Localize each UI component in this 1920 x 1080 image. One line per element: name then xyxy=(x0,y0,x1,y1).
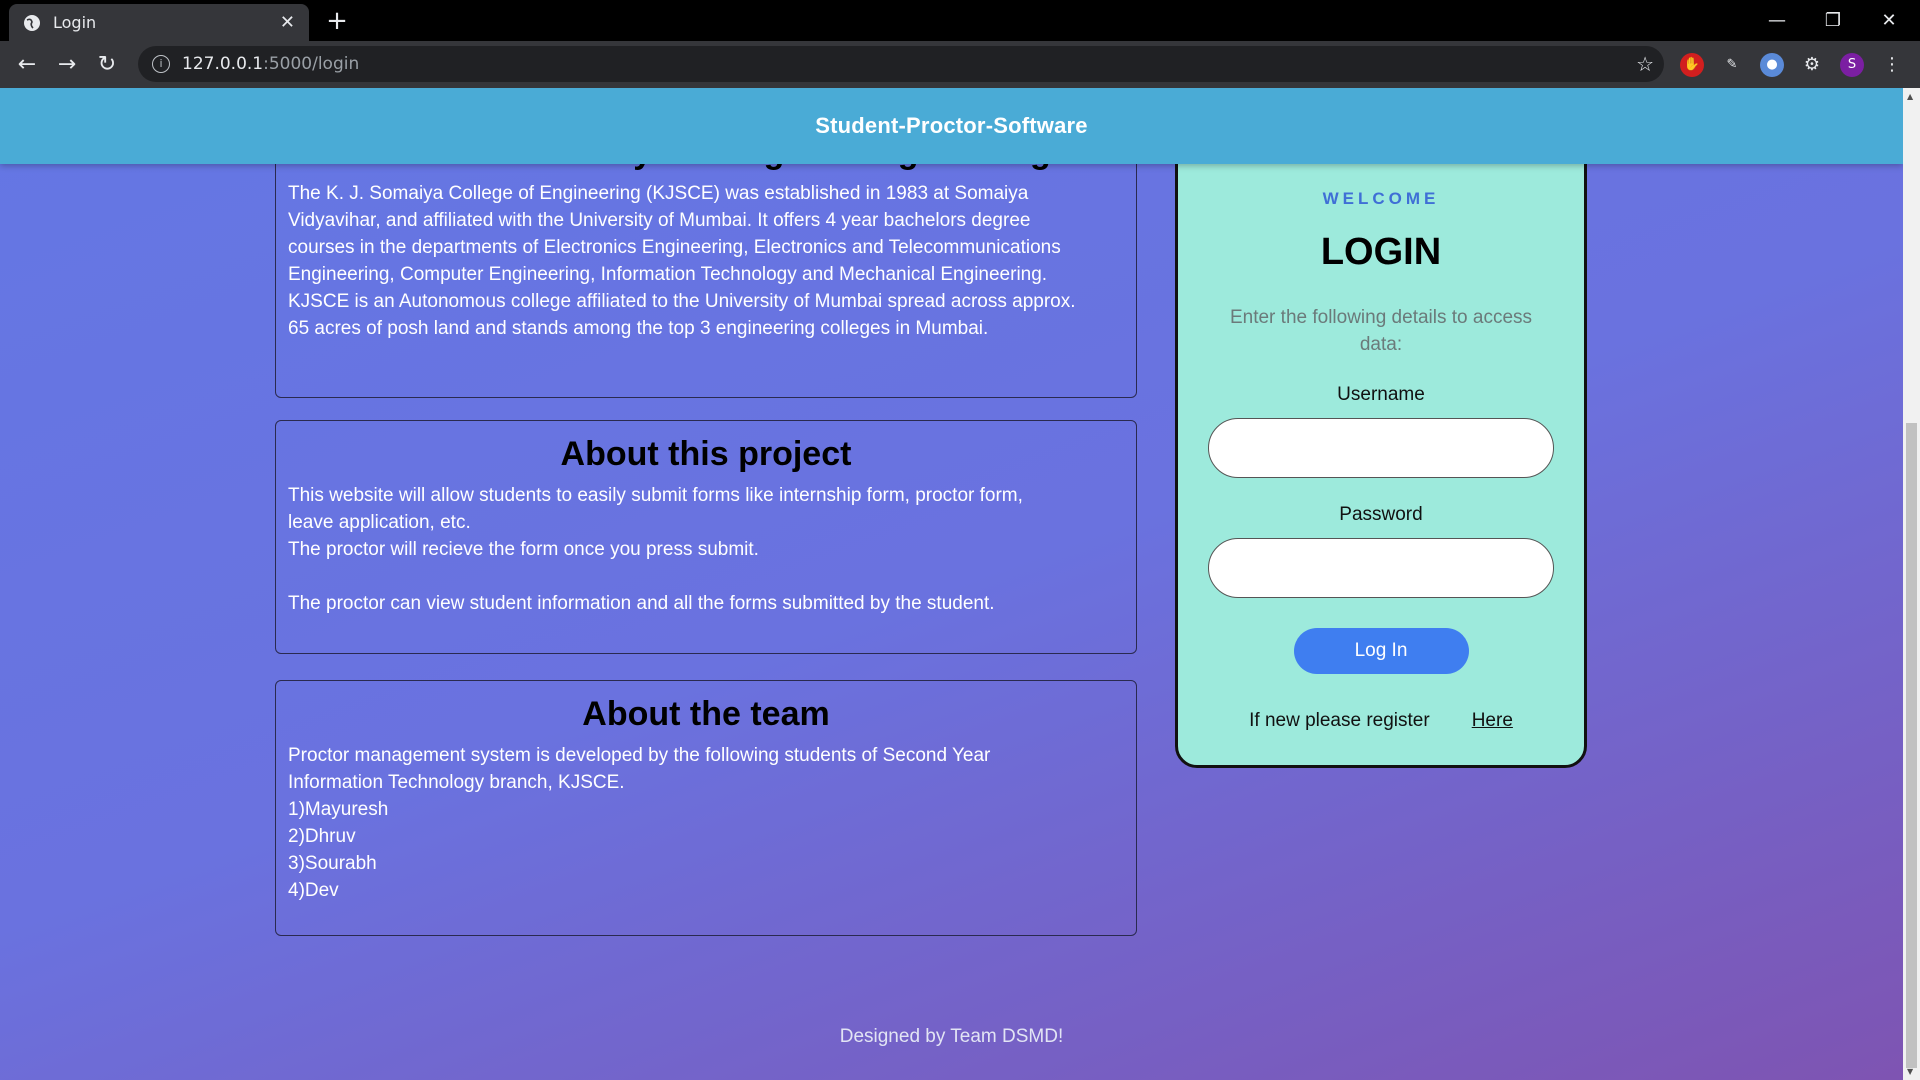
text-line: Vidyavihar, and affiliated with the Univ… xyxy=(288,210,1031,231)
browser-tab[interactable]: Login ✕ xyxy=(9,4,309,41)
about-college-text: The K. J. Somaiya College of Engineering… xyxy=(288,180,1124,342)
bookmark-star-icon[interactable]: ☆ xyxy=(1636,52,1654,76)
back-icon[interactable]: ← xyxy=(12,50,42,80)
text-line: leave application, etc. xyxy=(288,512,471,533)
scroll-up-icon[interactable]: ▲ xyxy=(1907,92,1913,101)
forward-icon[interactable]: → xyxy=(52,50,82,80)
text-line: KJSCE is an Autonomous college affiliate… xyxy=(288,291,1076,312)
username-input[interactable] xyxy=(1208,418,1554,478)
text-line: The proctor can view student information… xyxy=(288,593,995,614)
browser-menu-icon[interactable]: ⋮ xyxy=(1880,53,1904,77)
browser-toolbar: ← → ↻ i 127.0.0.1:5000/login ☆ ✋ ✎ ● ⚙ S… xyxy=(0,41,1920,88)
login-panel: WELCOME LOGIN Enter the following detail… xyxy=(1175,128,1587,768)
about-team-card: About the team Proctor management system… xyxy=(275,680,1137,936)
glasses-extension-icon[interactable]: ● xyxy=(1760,53,1784,77)
welcome-label: WELCOME xyxy=(1322,189,1440,208)
text-line: Proctor management system is developed b… xyxy=(288,745,991,766)
about-project-card: About this project This website will all… xyxy=(275,420,1137,654)
reload-icon[interactable]: ↻ xyxy=(92,50,122,80)
password-input[interactable] xyxy=(1208,538,1554,598)
text-line: Information Technology branch, KJSCE. xyxy=(288,772,625,793)
about-project-title: About this project xyxy=(560,435,852,473)
register-link[interactable]: Here xyxy=(1472,710,1513,732)
team-member: 4)Dev xyxy=(288,880,339,901)
about-team-text: Proctor management system is developed b… xyxy=(288,742,1124,904)
restore-icon[interactable]: ❐ xyxy=(1806,0,1860,41)
url-path: :5000/login xyxy=(263,54,360,74)
url-host: 127.0.0.1 xyxy=(182,54,264,74)
site-title: Student-Proctor-Software xyxy=(815,113,1088,138)
pen-extension-icon[interactable]: ✎ xyxy=(1720,53,1744,77)
team-member: 1)Mayuresh xyxy=(288,799,389,820)
text-line: This website will allow students to easi… xyxy=(288,485,1023,506)
profile-avatar[interactable]: S xyxy=(1840,53,1864,77)
login-title: LOGIN xyxy=(1320,231,1442,273)
tab-title: Login xyxy=(53,13,97,32)
site-header: Student-Proctor-Software xyxy=(0,88,1903,164)
address-bar[interactable]: i 127.0.0.1:5000/login ☆ xyxy=(138,46,1664,82)
text-line: 65 acres of posh land and stands among t… xyxy=(288,318,989,339)
register-row: If new please register Here xyxy=(1178,710,1584,732)
username-label: Username xyxy=(1337,384,1425,405)
password-label: Password xyxy=(1339,504,1423,525)
scrollbar-thumb[interactable] xyxy=(1906,423,1917,1068)
text-line: The K. J. Somaiya College of Engineering… xyxy=(288,183,1029,204)
new-tab-button[interactable]: + xyxy=(322,6,352,36)
browser-tab-bar: Login ✕ + — ❐ ✕ xyxy=(0,0,1920,41)
team-member: 3)Sourabh xyxy=(288,853,377,874)
register-text: If new please register xyxy=(1249,710,1430,731)
page-scrollbar[interactable]: ▲ ▼ xyxy=(1903,88,1920,1080)
team-member: 2)Dhruv xyxy=(288,826,356,847)
close-window-icon[interactable]: ✕ xyxy=(1862,0,1916,41)
text-line: The proctor will recieve the form once y… xyxy=(288,539,759,560)
text-line: courses in the departments of Electronic… xyxy=(288,237,1061,258)
footer-text: Designed by Team DSMD! xyxy=(839,1026,1064,1047)
login-button[interactable]: Log In xyxy=(1293,628,1469,674)
about-team-title: About the team xyxy=(582,695,830,733)
adblock-extension-icon[interactable]: ✋ xyxy=(1680,53,1704,77)
globe-icon xyxy=(24,14,40,31)
login-description: Enter the following details to access da… xyxy=(1229,307,1533,355)
extensions-puzzle-icon[interactable]: ⚙ xyxy=(1800,53,1824,77)
tab-close-icon[interactable]: ✕ xyxy=(280,12,295,33)
about-project-text: This website will allow students to easi… xyxy=(288,482,1124,617)
scroll-down-icon[interactable]: ▼ xyxy=(1907,1067,1913,1076)
page-viewport: Student-Proctor-Software About K.J Somai… xyxy=(0,88,1903,1080)
text-line: Engineering, Computer Engineering, Infor… xyxy=(288,264,1048,285)
minimize-icon[interactable]: — xyxy=(1750,0,1804,41)
site-info-icon[interactable]: i xyxy=(152,55,170,73)
